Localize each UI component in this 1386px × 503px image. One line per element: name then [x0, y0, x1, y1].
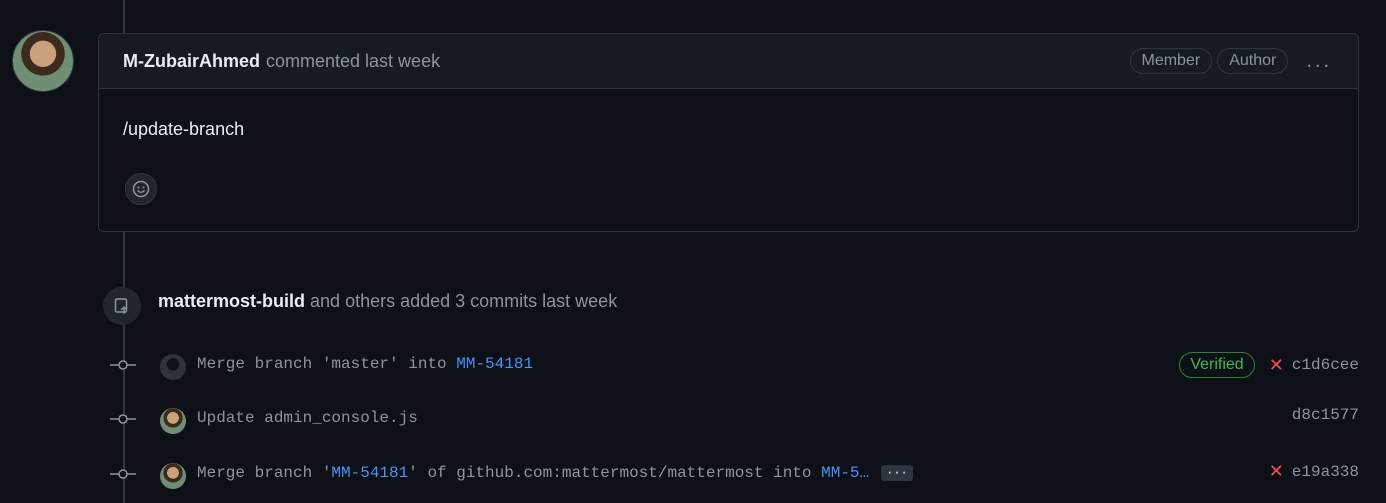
commit-row: Merge branch 'master' into MM-54181 Veri…: [0, 345, 1386, 385]
branch-link[interactable]: MM-54181: [331, 464, 408, 482]
git-commit-icon: [110, 360, 136, 370]
commit-message[interactable]: Merge branch 'master' into MM-54181: [197, 355, 533, 373]
kebab-menu-icon[interactable]: ...: [1306, 50, 1332, 73]
repo-push-icon-wrapper: [103, 287, 141, 325]
add-reaction-button[interactable]: [125, 173, 157, 205]
push-actor-link[interactable]: mattermost-build: [158, 291, 305, 311]
commit-message[interactable]: Update admin_console.js: [197, 409, 418, 427]
x-icon[interactable]: ✕: [1269, 461, 1284, 482]
commit-sha-link[interactable]: d8c1577: [1292, 406, 1359, 424]
repo-push-icon: [114, 298, 128, 314]
commit-message-link[interactable]: MM-54181: [456, 355, 533, 373]
commit-sha-link[interactable]: e19a338: [1292, 463, 1359, 481]
commit-status-group: ✕ e19a338: [1269, 461, 1359, 482]
commit-author-avatar[interactable]: [160, 463, 186, 489]
commit-message[interactable]: Merge branch 'MM-54181' of github.com:ma…: [197, 464, 913, 482]
commit-row: Merge branch 'MM-54181' of github.com:ma…: [0, 454, 1386, 494]
commit-message-text[interactable]: Merge branch ': [197, 464, 331, 482]
commit-message-link[interactable]: MM-5…: [821, 464, 869, 482]
author-badge: Author: [1217, 48, 1289, 74]
comment-author-link[interactable]: M-ZubairAhmed: [123, 51, 260, 72]
verified-badge[interactable]: Verified: [1179, 352, 1255, 378]
smiley-icon: [132, 180, 150, 198]
commit-author-avatar[interactable]: [160, 408, 186, 434]
push-event-text: mattermost-build and others added 3 comm…: [158, 291, 617, 312]
comment-body: /update-branch: [123, 119, 245, 139]
commit-sha-link[interactable]: c1d6cee: [1292, 356, 1359, 374]
comment-meta[interactable]: commented last week: [266, 51, 440, 72]
comment-box: M-ZubairAhmed commented last week Member…: [98, 33, 1359, 232]
push-event-description: and others added 3 commits last week: [310, 291, 618, 311]
comment-badges: Member Author ...: [1125, 48, 1359, 74]
git-commit-icon: [110, 414, 136, 424]
commit-row: Update admin_console.js d8c1577: [0, 399, 1386, 439]
x-icon[interactable]: ✕: [1269, 355, 1284, 376]
commit-status-group: d8c1577: [1292, 406, 1359, 424]
commit-message-middle[interactable]: ' of github.com:mattermost/mattermost in…: [408, 464, 821, 482]
commit-status-group: Verified ✕ c1d6cee: [1179, 352, 1359, 378]
commit-message-text[interactable]: Update admin_console.js: [197, 409, 418, 427]
author-avatar[interactable]: [12, 30, 74, 92]
member-badge: Member: [1129, 48, 1213, 74]
commit-message-text[interactable]: Merge branch 'master' into: [197, 355, 456, 373]
expand-message-button[interactable]: ···: [881, 464, 913, 481]
comment-header: M-ZubairAhmed commented last week Member…: [99, 34, 1358, 89]
commit-author-avatar[interactable]: [160, 354, 186, 380]
git-commit-icon: [110, 469, 136, 479]
